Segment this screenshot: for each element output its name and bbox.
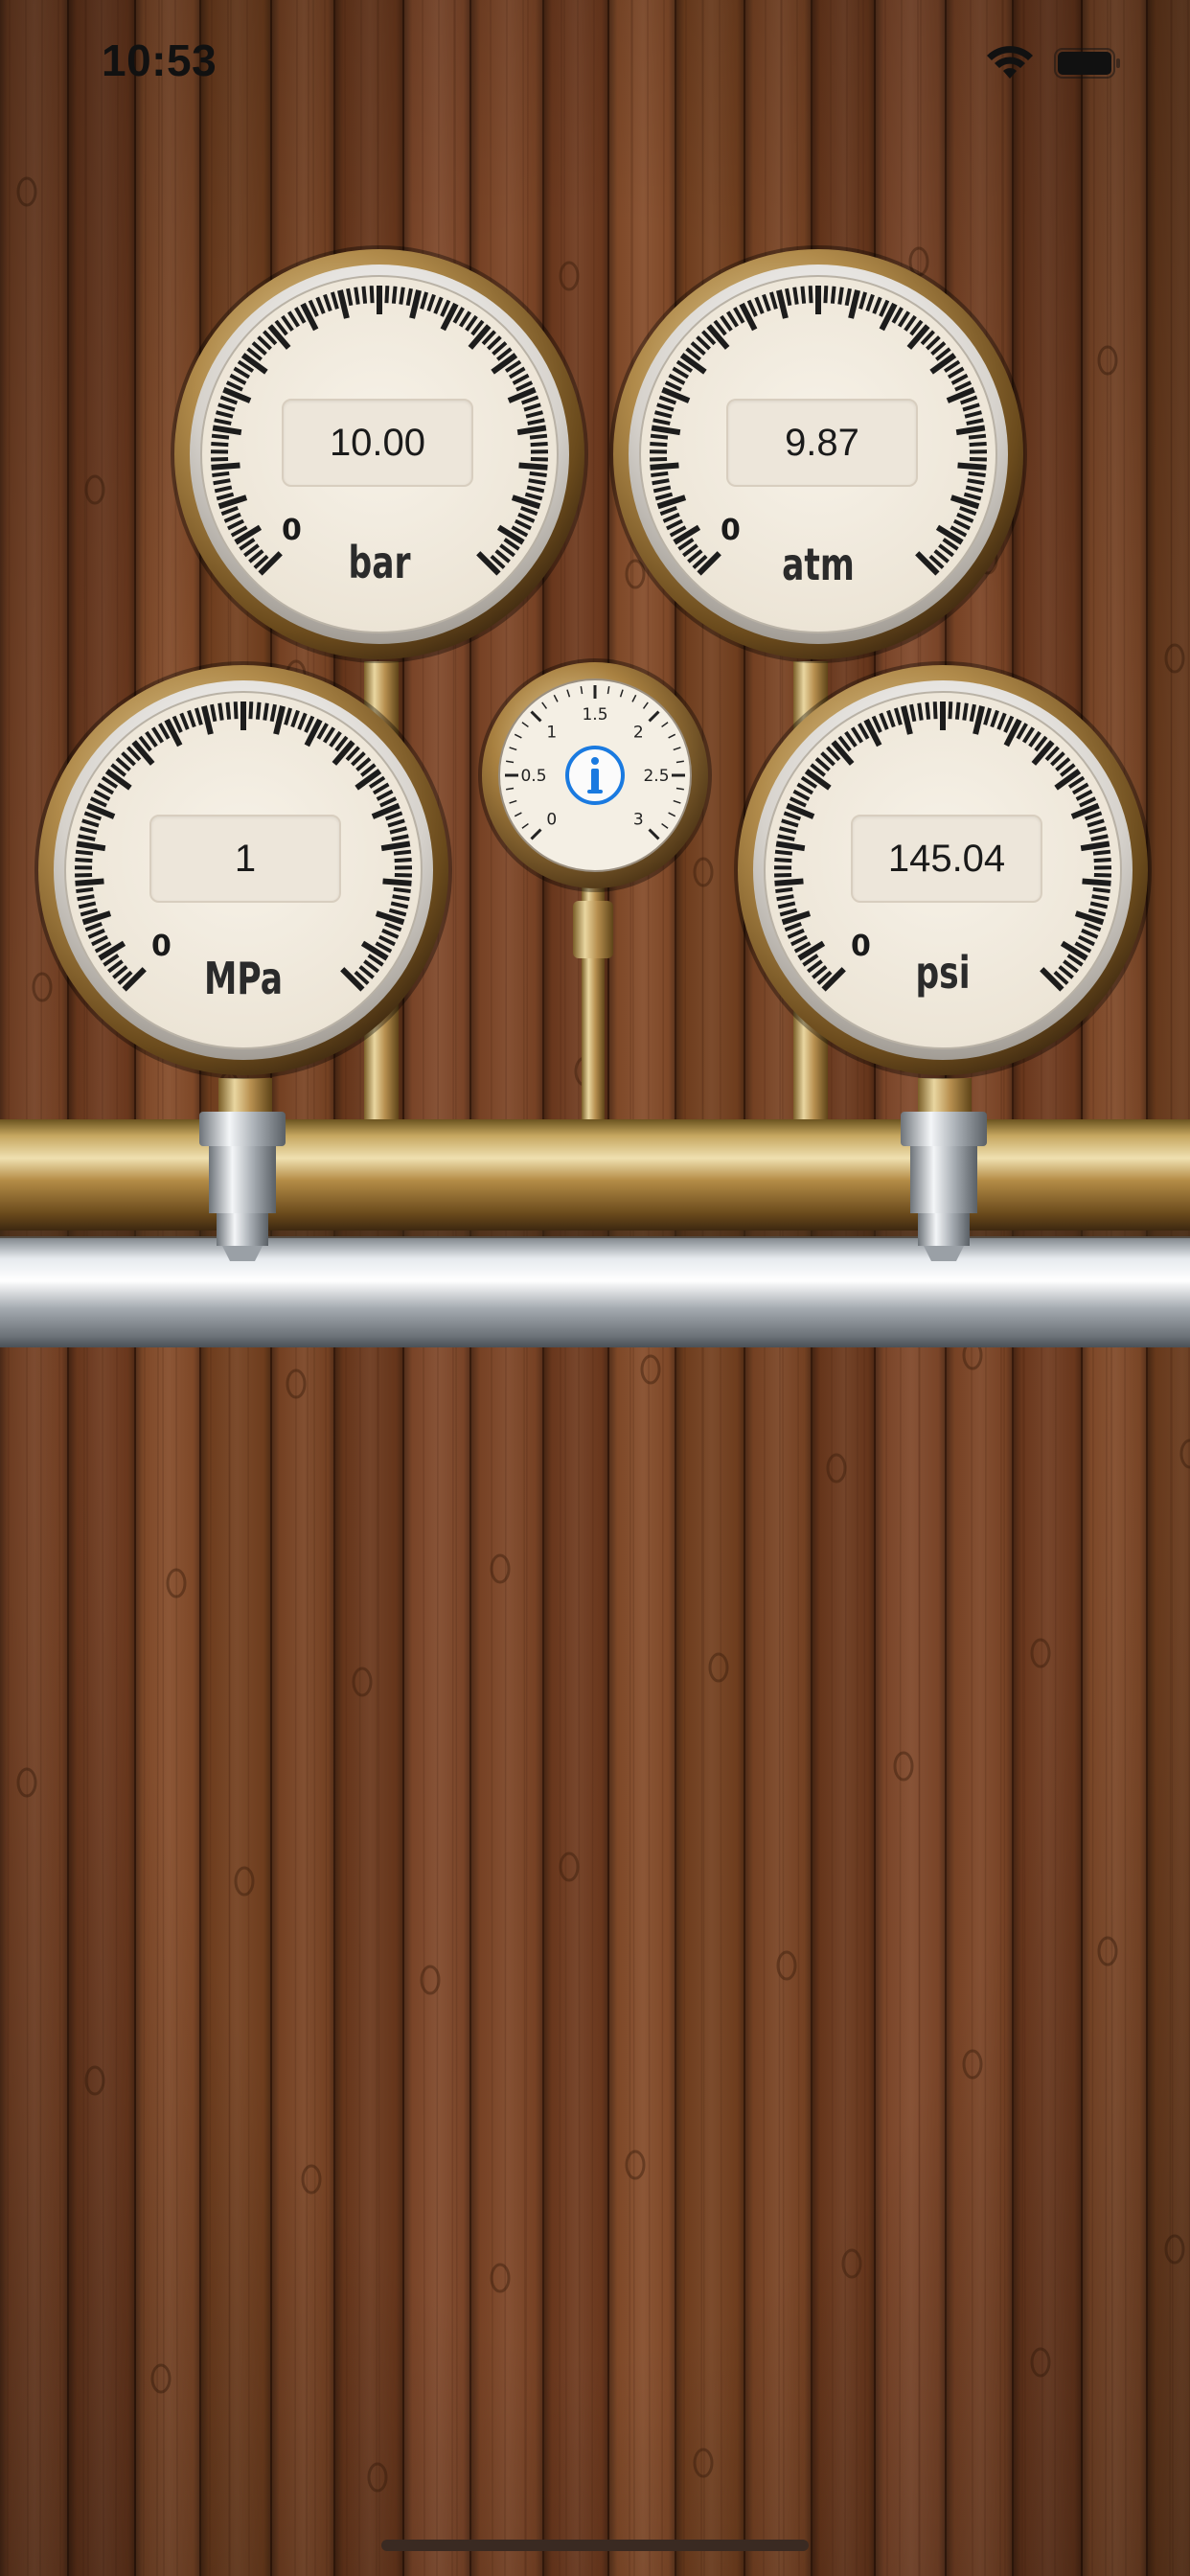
info-scale-label: 3 (633, 810, 644, 829)
atm-gauge: 9.87 0 atm (607, 243, 1029, 665)
psi-value-field[interactable]: 145.04 (851, 815, 1042, 903)
bar-gauge: 10.00 0 bar (169, 243, 590, 665)
unit-label: atm (782, 539, 855, 590)
zero-label: 0 (721, 514, 741, 547)
psi-gauge: 145.04 0 psi (732, 659, 1154, 1081)
unit-label: bar (348, 537, 411, 588)
info-scale-label: 0 (546, 810, 557, 829)
unit-label: MPa (204, 953, 283, 1004)
info-scale-label: 1 (546, 724, 557, 743)
atm-value-field[interactable]: 9.87 (726, 399, 918, 487)
zero-label: 0 (282, 514, 302, 547)
info-scale-label: 2.5 (643, 767, 669, 786)
home-indicator (381, 2540, 809, 2551)
unit-label: psi (915, 947, 971, 999)
info-scale-label: 2 (633, 724, 644, 743)
bar-value-field[interactable]: 10.00 (282, 399, 473, 487)
info-gauge-button[interactable]: 0 0.5 1 1.5 2 2.5 3 (475, 656, 715, 895)
info-icon[interactable] (563, 744, 627, 807)
zero-label: 0 (851, 930, 871, 963)
mpa-gauge: 1 0 MPa (33, 659, 454, 1081)
info-scale-label: 0.5 (520, 767, 546, 786)
mpa-value-field[interactable]: 1 (149, 815, 341, 903)
zero-label: 0 (151, 930, 172, 963)
info-scale-label: 1.5 (582, 705, 607, 724)
